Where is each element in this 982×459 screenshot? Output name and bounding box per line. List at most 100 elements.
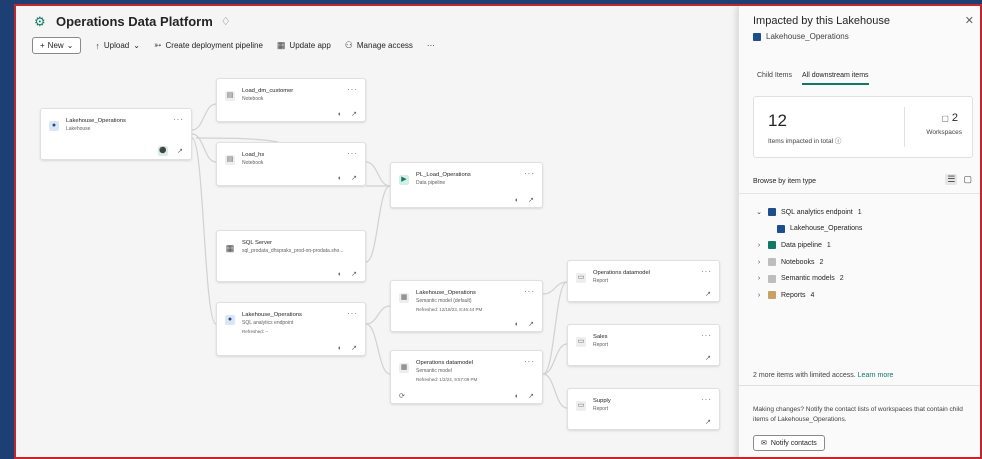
chevron-down-icon[interactable]: ⌄	[755, 208, 763, 216]
page-title: Operations Data Platform	[56, 14, 213, 29]
tab-child-items[interactable]: Child Items	[757, 72, 792, 85]
items-impacted-label: Items impacted in total ⓘ	[768, 138, 842, 145]
tree-item-lakehouse-operations[interactable]: Lakehouse_Operations	[755, 221, 862, 238]
node-sql-analytics-endpoint[interactable]: ● Lakehouse_Operations SQL analytics end…	[216, 302, 366, 356]
node-more-button[interactable]: ···	[701, 395, 712, 404]
expand-arrows-icon[interactable]: ↗	[351, 110, 357, 118]
impact-icon[interactable]: ◐	[515, 197, 519, 204]
workspace-icon: ⚙	[34, 13, 46, 29]
semantic-model-icon	[768, 274, 776, 283]
node-semantic-model-default[interactable]: ▦ Lakehouse_Operations Semantic model (d…	[390, 280, 543, 332]
divider	[739, 385, 980, 386]
pipeline-icon	[768, 241, 776, 250]
windows-icon: ▦	[225, 243, 235, 253]
expand-arrows-icon[interactable]: ↗	[528, 320, 534, 328]
sql-endpoint-icon: ●	[225, 315, 235, 325]
people-icon: ⚇	[344, 40, 353, 50]
upload-icon: ↑	[95, 40, 100, 51]
node-more-button[interactable]: ···	[173, 115, 184, 124]
sensitivity-icon[interactable]: ♢	[221, 15, 231, 28]
info-icon[interactable]: ⓘ	[835, 138, 842, 145]
expand-arrows-icon[interactable]: ↗	[351, 174, 357, 182]
impact-icon[interactable]: ◐	[338, 111, 342, 118]
expand-arrows-icon[interactable]: ↗	[528, 392, 534, 400]
expand-arrows-icon[interactable]: ↗	[705, 290, 711, 298]
impact-icon[interactable]: ◐	[515, 321, 519, 328]
node-load-dm-customer[interactable]: ▤ Load_dm_customer Notebook ··· ◐ ↗	[216, 78, 366, 122]
learn-more-link[interactable]: Learn more	[858, 372, 894, 379]
workspace-view-icon[interactable]: ▢	[963, 174, 972, 185]
node-operations-datamodel-report[interactable]: ▭ Operations datamodel Report ··· ↗	[567, 260, 720, 302]
impact-icon[interactable]: ◐	[338, 271, 342, 278]
impact-shield-icon[interactable]: ⚫	[158, 146, 169, 156]
notebook-icon	[768, 258, 776, 267]
expand-arrows-icon[interactable]: ↗	[705, 418, 711, 426]
node-operations-datamodel[interactable]: ▦ Operations datamodel Semantic model Re…	[390, 350, 543, 404]
pipeline-icon: ▶	[399, 175, 409, 185]
expand-arrows-icon[interactable]: ↗	[177, 147, 183, 155]
tab-all-downstream-items[interactable]: All downstream items	[802, 72, 869, 85]
node-sql-server[interactable]: ▦ SQL Server sql_prodata_dhspraks_prod-o…	[216, 230, 366, 282]
sql-endpoint-icon	[777, 224, 785, 233]
divider	[904, 107, 905, 147]
chevron-down-icon: ⌄	[133, 41, 140, 50]
update-app-button[interactable]: ▦ Update app	[277, 40, 331, 51]
tree-item-notebooks[interactable]: › Notebooks 2	[755, 254, 862, 271]
node-more-button[interactable]: ···	[347, 309, 358, 318]
node-more-button[interactable]: ···	[524, 169, 535, 178]
impact-icon[interactable]: ◐	[515, 393, 519, 400]
workspace-icon: ▢	[941, 113, 949, 123]
node-more-button[interactable]: ···	[701, 331, 712, 340]
browse-label: Browse by item type	[753, 178, 817, 185]
lineage-canvas[interactable]: ● Lakehouse_Operations Lakehouse ··· ⚫ ↗…	[16, 62, 738, 457]
app-window: ⚙ Operations Data Platform ♢ + New ⌄ ↑ U…	[14, 4, 982, 459]
tree-item-semantic-models[interactable]: › Semantic models 2	[755, 270, 862, 287]
tree-item-data-pipeline[interactable]: › Data pipeline 1	[755, 237, 862, 254]
impact-icon[interactable]: ◐	[338, 345, 342, 352]
new-button[interactable]: + New ⌄	[32, 37, 82, 54]
semantic-model-icon: ▦	[399, 363, 409, 373]
node-more-button[interactable]: ···	[524, 287, 535, 296]
plus-icon: +	[40, 41, 45, 50]
expand-arrows-icon[interactable]: ↗	[705, 354, 711, 362]
node-more-button[interactable]: ···	[701, 267, 712, 276]
impact-summary-card: 12 Items impacted in total ⓘ ▢ 2 Workspa…	[753, 96, 973, 158]
impact-icon[interactable]: ◐	[338, 175, 342, 182]
refresh-icon[interactable]: ⟳	[399, 392, 405, 400]
node-more-button[interactable]: ···	[347, 85, 358, 94]
report-icon: ▭	[576, 401, 586, 411]
list-view-icon[interactable]: ☰	[945, 174, 958, 185]
expand-arrows-icon[interactable]: ↗	[528, 196, 534, 204]
chevron-right-icon[interactable]: ›	[755, 292, 763, 299]
grid-icon: ▦	[276, 40, 286, 50]
manage-access-button[interactable]: ⚇ Manage access	[345, 40, 413, 51]
node-lakehouse[interactable]: ● Lakehouse_Operations Lakehouse ··· ⚫ ↗	[40, 108, 192, 160]
node-supply-report[interactable]: ▭ Supply Report ··· ↗	[567, 388, 720, 430]
tree-item-sql-analytics-endpoint[interactable]: ⌄ SQL analytics endpoint 1	[755, 204, 862, 221]
tree-item-reports[interactable]: › Reports 4	[755, 287, 862, 304]
close-icon[interactable]: ✕	[965, 14, 974, 27]
notify-note: Making changes? Notify the contact lists…	[753, 406, 963, 423]
notebook-icon: ▤	[225, 155, 235, 165]
view-toggle: ☰ ▢	[945, 174, 972, 185]
items-impacted-count: 12	[768, 111, 787, 130]
expand-arrows-icon[interactable]: ↗	[351, 270, 357, 278]
node-more-button[interactable]: ···	[347, 149, 358, 158]
node-more-button[interactable]: ···	[524, 357, 535, 366]
chevron-right-icon[interactable]: ›	[755, 275, 763, 282]
panel-tabs: Child Items All downstream items	[757, 72, 869, 85]
create-deployment-pipeline-button[interactable]: ➳ Create deployment pipeline	[154, 40, 263, 51]
report-icon	[768, 291, 776, 300]
node-pl-load-operations[interactable]: ▶ PL_Load_Operations Data pipeline ··· ◐…	[390, 162, 543, 208]
sql-endpoint-icon	[768, 208, 776, 217]
expand-arrows-icon[interactable]: ↗	[351, 344, 357, 352]
upload-button[interactable]: ↑ Upload ⌄	[95, 41, 140, 51]
rocket-icon: ➳	[153, 40, 162, 50]
chevron-right-icon[interactable]: ›	[755, 259, 763, 266]
node-load-hs[interactable]: ▤ Load_hs Notebook ··· ◐ ↗	[216, 142, 366, 186]
node-sales-report[interactable]: ▭ Sales Report ··· ↗	[567, 324, 720, 366]
chevron-right-icon[interactable]: ›	[755, 242, 763, 249]
report-icon: ▭	[576, 337, 586, 347]
more-options-button[interactable]: ···	[427, 41, 435, 50]
notify-contacts-button[interactable]: ✉ Notify contacts	[753, 435, 825, 451]
